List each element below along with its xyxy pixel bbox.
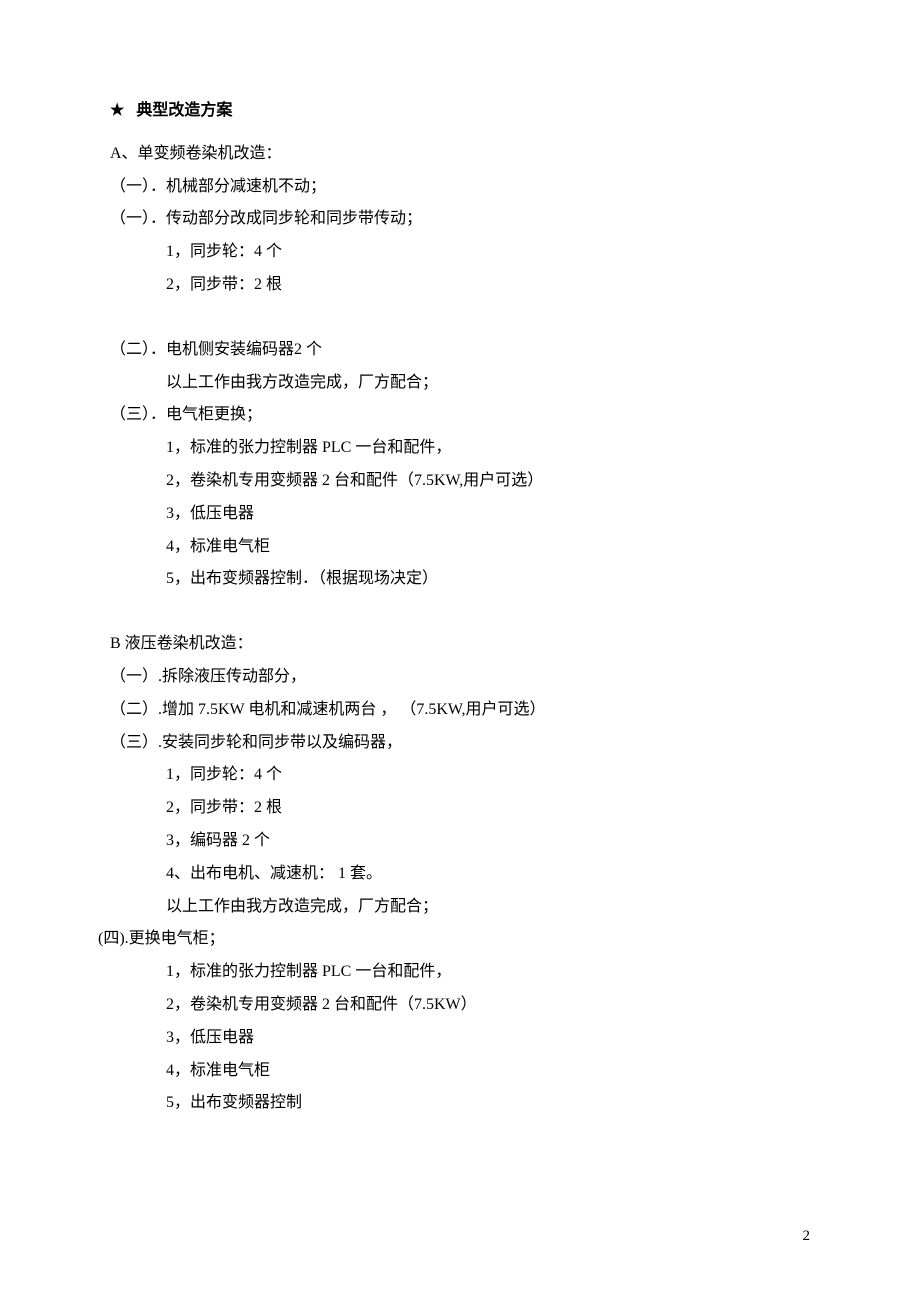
section-b-sub4-3: 3，低压电器	[110, 1022, 810, 1055]
section-b-sub3-4: 4、出布电机、减速机： 1 套。	[110, 858, 810, 891]
page-number: 2	[803, 1221, 811, 1252]
section-b-sub4-2: 2，卷染机专用变频器 2 台和配件（7.5KW）	[110, 989, 810, 1022]
section-b-sub4-5: 5，出布变频器控制	[110, 1087, 810, 1120]
section-a-sub2: 2，同步带：2 根	[110, 269, 810, 302]
section-b-item2: （二）.增加 7.5KW 电机和减速机两台 ， （7.5KW,用户可选）	[110, 694, 810, 727]
section-b-title: B 液压卷染机改造：	[110, 628, 810, 661]
heading-title: 典型改造方案	[136, 102, 232, 119]
section-a-item1: （一）．机械部分减速机不动；	[110, 171, 810, 204]
section-a-sub1: 1，同步轮：4 个	[110, 236, 810, 269]
section-a-item3-note: 以上工作由我方改造完成，厂方配合；	[110, 367, 810, 400]
section-b-sub4-1: 1，标准的张力控制器 PLC 一台和配件，	[110, 956, 810, 989]
section-a-sub4-1: 1，标准的张力控制器 PLC 一台和配件，	[110, 432, 810, 465]
star-icon: ★	[110, 102, 124, 119]
section-a-sub4-2: 2，卷染机专用变频器 2 台和配件（7.5KW,用户可选）	[110, 465, 810, 498]
spacer	[110, 596, 810, 628]
section-a-sub4-3: 3，低压电器	[110, 498, 810, 531]
spacer	[110, 302, 810, 334]
section-a-item3: （二）．电机侧安装编码器2 个	[110, 334, 810, 367]
section-a-item2: （一）．传动部分改成同步轮和同步带传动；	[110, 203, 810, 236]
section-b-sub4-4: 4，标准电气柜	[110, 1055, 810, 1088]
section-b-sub3-3: 3，编码器 2 个	[110, 825, 810, 858]
section-b-item3: （三）.安装同步轮和同步带以及编码器，	[110, 727, 810, 760]
section-b-item4: (四).更换电气柜；	[98, 923, 810, 956]
section-a-item4: （三）．电气柜更换；	[110, 399, 810, 432]
section-a-title: A、单变频卷染机改造：	[110, 138, 810, 171]
section-a-sub4-4: 4，标准电气柜	[110, 531, 810, 564]
section-a-sub4-5: 5，出布变频器控制．（根据现场决定）	[110, 563, 810, 596]
section-b-sub3-1: 1，同步轮：4 个	[110, 759, 810, 792]
section-b-item1: （一）.拆除液压传动部分，	[110, 661, 810, 694]
section-b-sub3-note: 以上工作由我方改造完成，厂方配合；	[110, 891, 810, 924]
section-heading: ★ 典型改造方案	[110, 95, 810, 128]
section-b-sub3-2: 2，同步带：2 根	[110, 792, 810, 825]
